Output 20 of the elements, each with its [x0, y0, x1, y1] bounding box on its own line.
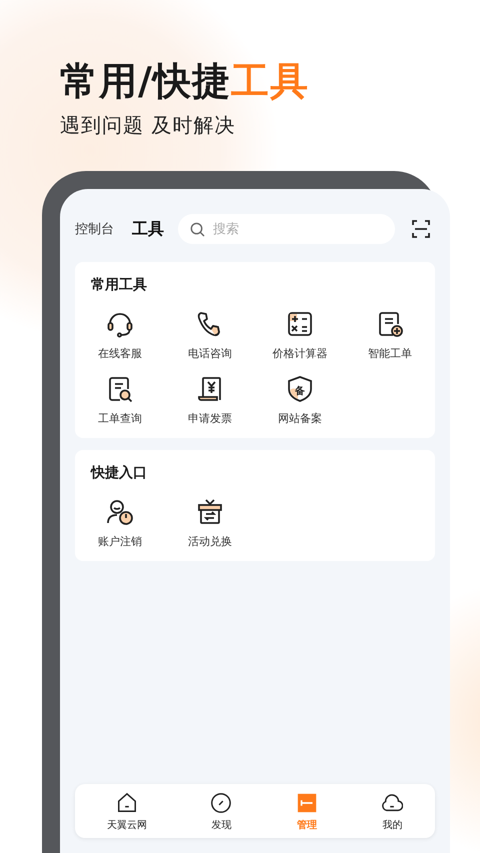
tool-item[interactable]: 在线客服 [75, 310, 165, 361]
search-field[interactable]: 搜索 [178, 214, 395, 244]
tool-item[interactable]: 工单查询 [75, 375, 165, 426]
section-title: 快捷入口 [89, 464, 148, 482]
tab[interactable]: 控制台 [75, 220, 114, 238]
nav-tab[interactable]: 我的 [375, 792, 410, 832]
tool-item[interactable]: 价格计算器 [255, 310, 345, 361]
tool-item[interactable]: 智能工单 [345, 310, 435, 361]
tab[interactable]: 工具 [132, 218, 164, 240]
subtitle: 遇到问题 及时解决 [60, 112, 236, 139]
tool-item[interactable]: 申请发票 [165, 375, 255, 426]
nav-tab[interactable]: 天翼云网 [100, 792, 153, 832]
headline: 常用/快捷工具 [60, 58, 310, 105]
shield-icon: 备 [286, 375, 314, 403]
nav-tab[interactable]: 发现 [204, 792, 238, 832]
tool-item[interactable]: 账户注销 [75, 498, 165, 549]
section-title: 常用工具 [90, 276, 148, 294]
tool-item[interactable]: 电话咨询 [165, 310, 255, 361]
tool-item[interactable]: 活动兑换 [165, 498, 255, 549]
tool-item[interactable]: 备 网站备案 [255, 375, 345, 426]
